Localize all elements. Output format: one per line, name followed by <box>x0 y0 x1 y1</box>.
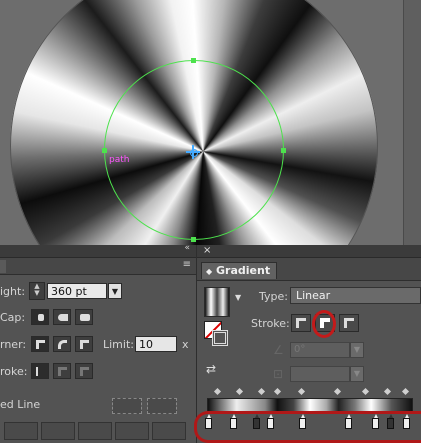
aspect-ratio-icon: ⊡ <box>273 367 284 381</box>
align-center-button[interactable] <box>31 363 49 379</box>
round-cap-button[interactable] <box>53 309 71 325</box>
angle-dropdown[interactable]: ▼ <box>350 342 364 358</box>
dash-field-4[interactable] <box>115 422 149 440</box>
annotation-red-outline <box>194 411 421 443</box>
type-dropdown[interactable]: Linear <box>290 287 421 304</box>
midpoint-diamond[interactable] <box>333 387 342 396</box>
dash-field-1[interactable] <box>4 422 38 440</box>
stroke-tabstrip: ≡ <box>0 258 196 275</box>
corner-row: rner: Limit: 10 x <box>0 336 189 352</box>
align-inside-button[interactable] <box>53 363 71 379</box>
close-icon[interactable]: × <box>203 245 211 256</box>
anchor-right[interactable] <box>281 148 286 153</box>
align-outside-button[interactable] <box>75 363 93 379</box>
path-hover-label: path <box>109 155 130 165</box>
dash-field-3[interactable] <box>78 422 112 440</box>
midpoint-diamond[interactable] <box>213 387 222 396</box>
dashed-line-row: ed Line <box>0 398 40 411</box>
dash-field-5[interactable] <box>152 422 186 440</box>
tab-gradient[interactable]: ◆ Gradient <box>201 262 278 279</box>
tab-stroke[interactable] <box>0 260 6 273</box>
midpoint-diamond[interactable] <box>235 387 244 396</box>
dash-field-2[interactable] <box>41 422 75 440</box>
reverse-gradient-icon[interactable]: ⇄ <box>206 362 222 376</box>
tab-collapse-icon[interactable]: ◆ <box>206 267 212 276</box>
gradient-within-stroke-button[interactable] <box>291 314 311 332</box>
panel-topbar: « <box>0 243 196 258</box>
round-join-button[interactable] <box>53 336 71 352</box>
weight-dropdown[interactable]: ▼ <box>108 283 122 299</box>
dash-preserve-button[interactable] <box>112 398 142 414</box>
limit-label: Limit: <box>103 337 134 351</box>
aspect-ratio-dropdown[interactable]: ▼ <box>350 366 364 382</box>
weight-stepper[interactable]: ▲ ▼ <box>29 282 45 300</box>
midpoint-diamond[interactable] <box>401 387 410 396</box>
angle-icon: ∠ <box>273 343 284 357</box>
gradient-panel: × ◆ Gradient ▼ Type: Linear ⇄ Stroke: ∠ … <box>194 245 421 443</box>
tab-gradient-label: Gradient <box>216 264 271 277</box>
angle-field[interactable]: 0° <box>290 342 350 358</box>
dashed-line-label[interactable]: ed Line <box>0 398 40 411</box>
bevel-join-button[interactable] <box>75 336 93 352</box>
type-label: Type: <box>259 290 288 303</box>
midpoint-diamond[interactable] <box>257 387 266 396</box>
gradient-preset-dropdown-icon[interactable]: ▼ <box>235 293 241 302</box>
align-row: roke: <box>0 363 97 379</box>
midpoint-diamond[interactable] <box>273 387 282 396</box>
limit-field[interactable]: 10 <box>135 336 177 352</box>
stroke-swatch[interactable] <box>212 330 228 346</box>
cap-label: Cap: <box>0 310 26 324</box>
panel-menu-icon[interactable]: ≡ <box>183 259 191 270</box>
align-label: roke: <box>0 364 28 378</box>
stroke-panel: « ≡ ight: ▲ ▼ 360 pt ▼ Cap: rner: Limit: … <box>0 243 197 443</box>
anchor-left[interactable] <box>102 148 107 153</box>
midpoint-row <box>207 387 412 397</box>
artboard-canvas[interactable]: path <box>0 0 421 245</box>
midpoint-diamond[interactable] <box>383 387 392 396</box>
weight-label: ight: <box>0 284 26 298</box>
dash-align-button[interactable] <box>147 398 177 414</box>
collapse-icon[interactable]: « <box>184 243 190 253</box>
anchor-top[interactable] <box>191 58 196 63</box>
center-point-icon[interactable] <box>186 145 200 159</box>
weight-field[interactable]: 360 pt <box>47 283 107 299</box>
gradient-across-stroke-button[interactable] <box>339 314 359 332</box>
cap-row: Cap: <box>0 309 97 325</box>
gradient-slider[interactable] <box>207 398 413 412</box>
canvas-edge <box>403 0 421 245</box>
anchor-bottom[interactable] <box>191 237 196 242</box>
corner-label: rner: <box>0 337 27 351</box>
stroke-label: Stroke: <box>251 317 290 330</box>
limit-unit: x <box>182 337 189 351</box>
weight-row: ight: ▲ ▼ 360 pt ▼ <box>0 282 122 300</box>
gradient-preview-thumbnail[interactable] <box>204 287 230 317</box>
gradient-topbar: × <box>197 245 421 258</box>
midpoint-diamond[interactable] <box>297 387 306 396</box>
butt-cap-button[interactable] <box>31 309 49 325</box>
annotation-red-circle <box>312 310 336 338</box>
miter-join-button[interactable] <box>31 336 49 352</box>
midpoint-diamond[interactable] <box>361 387 370 396</box>
projecting-cap-button[interactable] <box>75 309 93 325</box>
aspect-ratio-field[interactable] <box>290 366 350 382</box>
